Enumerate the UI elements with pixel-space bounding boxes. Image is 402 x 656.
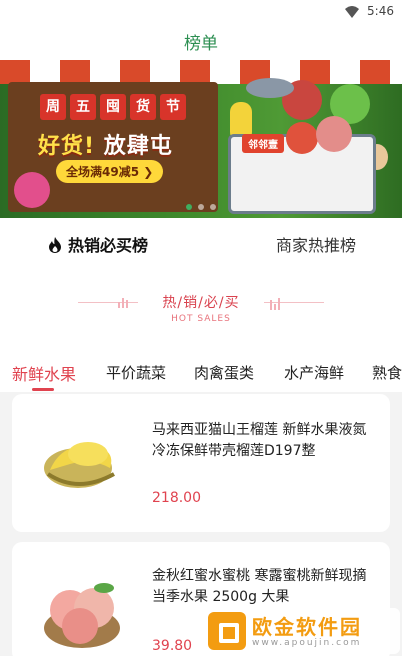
product-name: 马来西亚猫山王榴莲 新鲜水果液氮冷冻保鲜带壳榴莲D197整 bbox=[152, 422, 367, 459]
tab-meat-eggs[interactable]: 肉禽蛋类 bbox=[194, 362, 254, 383]
tab-seafood[interactable]: 水产海鲜 bbox=[284, 362, 344, 383]
fruit-pile-icon bbox=[286, 122, 318, 154]
banner-promo-pill[interactable]: 全场满49减5 ❯ bbox=[56, 160, 164, 183]
banner-awning bbox=[0, 60, 402, 84]
product-price: 218.00 bbox=[152, 490, 201, 506]
hot-sales-subtitle: HOT SALES bbox=[171, 314, 231, 324]
banner-slogan-prefix: 好货! bbox=[38, 134, 96, 159]
hot-sales-title: 热/销/必/买 bbox=[162, 295, 240, 311]
tab-hot-must-buy-label: 热销必买榜 bbox=[68, 236, 149, 255]
page-title: 榜单 bbox=[184, 34, 218, 54]
banner-sign: 周 五 囤 货 节 bbox=[40, 94, 186, 120]
banner-pagination bbox=[0, 204, 402, 210]
site-watermark: 欧金软件园 www.apoujin.com bbox=[204, 608, 400, 654]
rank-tabs: 热销必买榜 商家热推榜 bbox=[0, 218, 402, 270]
basket-label: 邻邻壹 bbox=[242, 134, 284, 153]
active-tab-indicator bbox=[32, 388, 54, 391]
tab-vegetables[interactable]: 平价蔬菜 bbox=[106, 362, 166, 383]
status-bar: 5:46 bbox=[0, 0, 402, 24]
banner-dot[interactable] bbox=[198, 204, 204, 210]
banner-sign-char: 五 bbox=[70, 94, 96, 120]
fruit-pile-icon bbox=[316, 116, 352, 152]
banner-slogan-suffix: 放肆屯 bbox=[103, 134, 173, 159]
category-tabs: 新鲜水果 平价蔬菜 肉禽蛋类 水产海鲜 熟食 bbox=[0, 340, 402, 392]
tab-deli[interactable]: 熟食 bbox=[372, 362, 402, 383]
banner-sign-char: 周 bbox=[40, 94, 66, 120]
title-bar: 榜单 bbox=[0, 24, 402, 60]
fire-icon bbox=[49, 237, 61, 253]
dragonfruit-icon bbox=[14, 172, 50, 208]
product-card[interactable]: 马来西亚猫山王榴莲 新鲜水果液氮冷冻保鲜带壳榴莲D197整 218.00 bbox=[12, 394, 390, 532]
hot-sales-header: 热/销/必/买 HOT SALES bbox=[0, 270, 402, 340]
banner-slogan: 好货! 放肆屯 bbox=[38, 128, 173, 160]
banner-sign-char: 货 bbox=[130, 94, 156, 120]
peach-image bbox=[44, 583, 120, 648]
watermark-text: 欧金软件园 bbox=[252, 615, 362, 639]
promo-banner[interactable]: 周 五 囤 货 节 好货! 放肆屯 全场满49减5 ❯ 邻邻壹 bbox=[0, 60, 402, 218]
tab-hot-must-buy[interactable]: 热销必买榜 bbox=[48, 232, 148, 256]
product-price: 39.80 bbox=[152, 638, 193, 654]
product-name: 金秋红蜜水蜜桃 寒露蜜桃新鲜现摘当季水果 2500g 大果 bbox=[152, 568, 367, 605]
watermark-url: www.apoujin.com bbox=[252, 638, 362, 648]
status-time: 5:46 bbox=[367, 4, 394, 18]
banner-sign-char: 囤 bbox=[100, 94, 126, 120]
tab-fresh-fruit[interactable]: 新鲜水果 bbox=[12, 361, 76, 385]
tab-merchant-recommend[interactable]: 商家热推榜 bbox=[276, 232, 356, 256]
banner-dot[interactable] bbox=[186, 204, 192, 210]
wifi-icon bbox=[345, 6, 359, 18]
banner-sign-char: 节 bbox=[160, 94, 186, 120]
durian-image bbox=[44, 442, 115, 488]
fish-icon bbox=[246, 78, 294, 98]
watermark-logo-icon bbox=[208, 612, 246, 650]
banner-dot[interactable] bbox=[210, 204, 216, 210]
